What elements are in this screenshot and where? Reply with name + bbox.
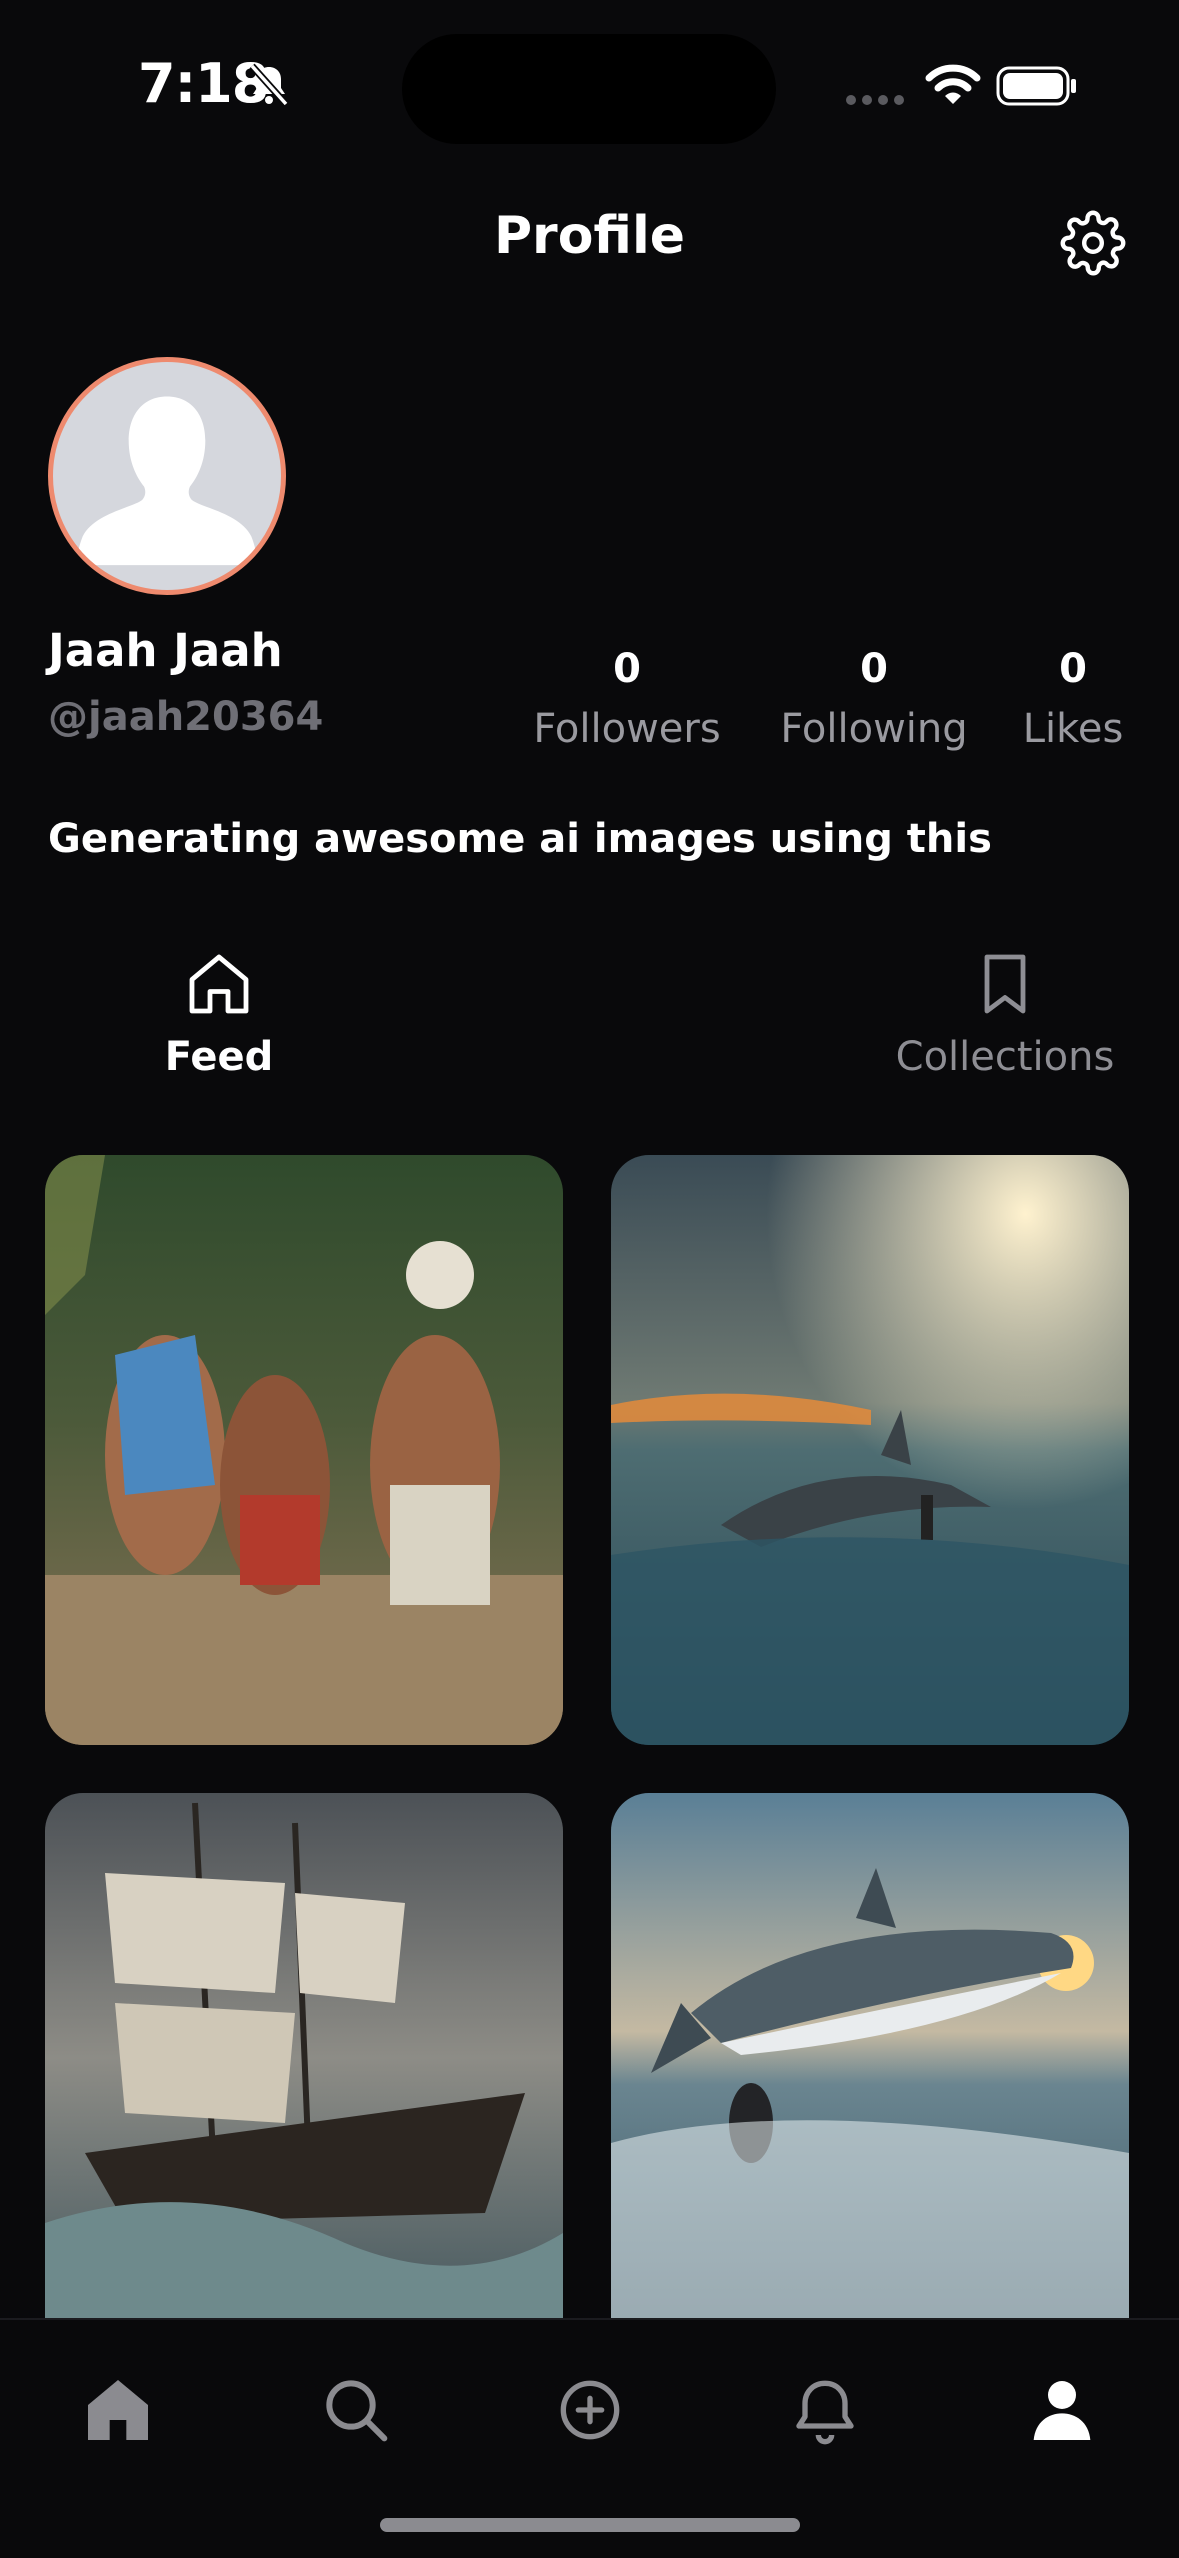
stat-label: Following xyxy=(780,706,968,752)
feed-image-sailing-ship[interactable] xyxy=(45,1793,563,2323)
stat-value: 0 xyxy=(860,646,888,692)
settings-gear-icon[interactable] xyxy=(1060,210,1126,276)
feed-image-warriors[interactable] xyxy=(45,1155,563,1745)
tab-feed-label: Feed xyxy=(164,1034,274,1080)
stat-likes[interactable]: 0 Likes xyxy=(963,646,1179,752)
profile-handle: @jaah20364 xyxy=(48,694,324,740)
tab-feed[interactable]: Feed xyxy=(104,948,334,1080)
feed-image-shark-leaping[interactable] xyxy=(611,1793,1129,2323)
tab-collections[interactable]: Collections xyxy=(870,948,1140,1080)
page-title: Profile xyxy=(493,206,686,266)
stat-value: 0 xyxy=(613,646,641,692)
search-icon xyxy=(326,2380,388,2442)
stat-label: Followers xyxy=(533,706,721,752)
home-icon xyxy=(88,2380,148,2440)
nav-create[interactable] xyxy=(550,2370,630,2450)
bell-muted-icon xyxy=(249,63,289,107)
home-outline-icon xyxy=(189,954,249,1014)
bell-icon xyxy=(796,2380,854,2445)
wifi-icon xyxy=(925,64,981,104)
profile-bio: Generating awesome ai images using this xyxy=(48,816,992,862)
tab-collections-label: Collections xyxy=(895,1034,1115,1080)
dynamic-island xyxy=(402,34,776,144)
person-silhouette-icon xyxy=(76,396,258,566)
nav-profile[interactable] xyxy=(1022,2370,1102,2450)
home-indicator xyxy=(380,2518,800,2532)
nav-home[interactable] xyxy=(78,2370,158,2450)
bookmark-icon xyxy=(984,954,1026,1014)
stat-following[interactable]: 0 Following xyxy=(764,646,984,752)
signal-dots-icon xyxy=(846,95,904,105)
person-icon xyxy=(1033,2381,1091,2440)
plus-circle-icon xyxy=(560,2380,620,2440)
stat-followers[interactable]: 0 Followers xyxy=(517,646,737,752)
feed-image-shark-surfer[interactable] xyxy=(611,1155,1129,1745)
stat-label: Likes xyxy=(1022,706,1124,752)
stat-value: 0 xyxy=(1059,646,1087,692)
battery-icon xyxy=(996,66,1076,106)
nav-search[interactable] xyxy=(316,2370,396,2450)
profile-name: Jaah Jaah xyxy=(48,624,283,677)
nav-notifications[interactable] xyxy=(785,2370,865,2450)
avatar[interactable] xyxy=(48,357,286,595)
